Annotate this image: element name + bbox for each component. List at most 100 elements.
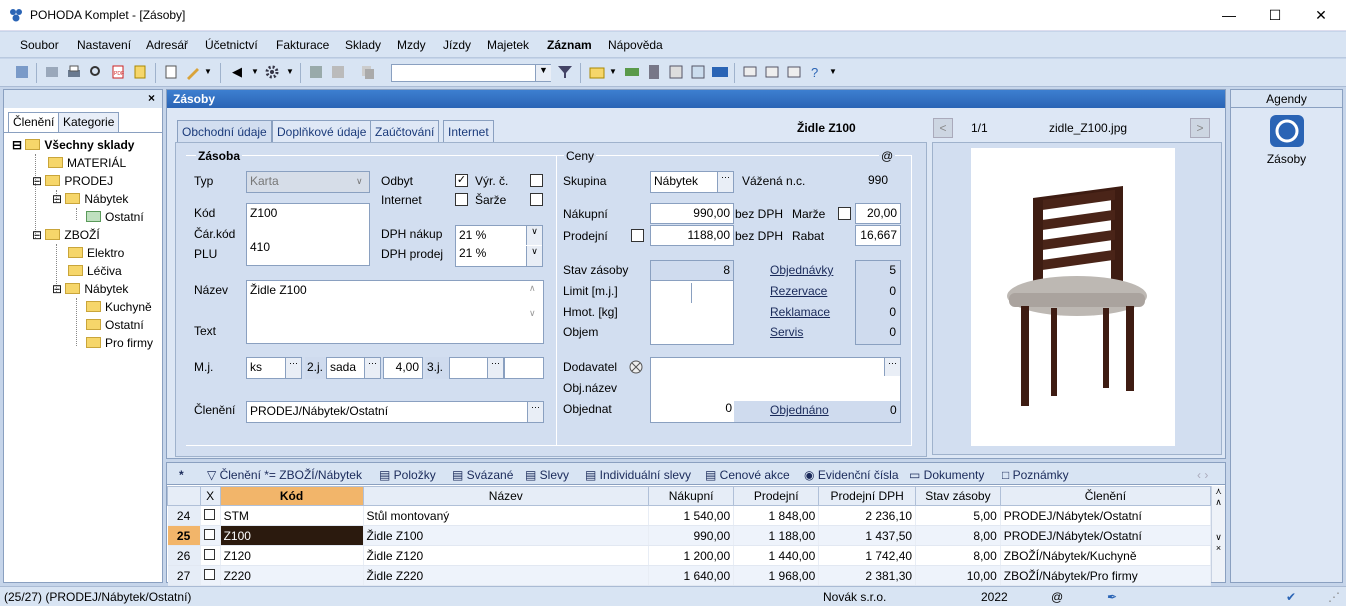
scroll-down-icon[interactable]: ∨: [529, 308, 536, 319]
tab-evidencni-cisla[interactable]: ◉ Evidenční čísla: [804, 468, 899, 482]
back-icon[interactable]: ◀: [232, 64, 242, 80]
rezervace-link[interactable]: Rezervace: [770, 284, 827, 298]
tree-prodej-nabytek[interactable]: ⊟ Nábytek: [52, 192, 128, 206]
prodejni-checkbox[interactable]: [631, 229, 644, 242]
tree-leciva[interactable]: Léčiva: [68, 264, 122, 278]
vyr-c-checkbox[interactable]: [530, 174, 543, 187]
col-prodejni-dph[interactable]: Prodejní DPH: [818, 486, 917, 506]
calculator-icon[interactable]: [646, 64, 662, 80]
menu-jizdy[interactable]: Jízdy: [443, 38, 471, 52]
minimize-button[interactable]: —: [1206, 0, 1252, 31]
help-dropdown-icon[interactable]: ▼: [829, 67, 837, 76]
dph-nakup-chevron-icon[interactable]: ∨: [526, 226, 542, 245]
tab-doplnkove-udaje[interactable]: Doplňkové údaje: [272, 120, 372, 142]
toolbar-icon-2[interactable]: [44, 64, 60, 80]
menu-nastaveni[interactable]: Nastavení: [77, 38, 131, 52]
scroll-down-icon[interactable]: ∨: [1212, 532, 1225, 543]
col-nazev[interactable]: Název: [362, 486, 650, 506]
status-check-icon[interactable]: ✔: [1286, 590, 1296, 604]
grid-icon[interactable]: [690, 64, 706, 80]
close-button[interactable]: ✕: [1298, 0, 1344, 31]
col-x[interactable]: X: [199, 486, 221, 506]
marze-checkbox[interactable]: [838, 207, 851, 220]
menu-zaznam[interactable]: Záznam: [547, 38, 592, 52]
list-icon[interactable]: [764, 64, 780, 80]
tab-zauctovani[interactable]: Zaúčtování: [370, 120, 440, 142]
tab-polozky[interactable]: ▤ Položky: [379, 468, 436, 482]
edit-icon[interactable]: [185, 64, 201, 80]
mj3-picker-icon[interactable]: ⋯: [487, 358, 503, 378]
col-nakupni[interactable]: Nákupní: [648, 486, 735, 506]
row-checkbox[interactable]: [200, 505, 221, 526]
folder-icon[interactable]: [589, 64, 605, 80]
tree-pro-firmy[interactable]: Pro firmy: [86, 336, 153, 350]
quick-search-dropdown-icon[interactable]: ▼: [535, 65, 551, 81]
sarze-checkbox[interactable]: [530, 193, 543, 206]
save-disabled-icon[interactable]: [330, 64, 346, 80]
resize-grip-icon[interactable]: ⋰: [1328, 590, 1340, 604]
mj3-qty-field[interactable]: [504, 357, 544, 379]
nazev-field[interactable]: Židle Z100: [246, 280, 544, 344]
preview-icon[interactable]: [88, 64, 104, 80]
tree-zbozi-nabytek[interactable]: ⊟ Nábytek: [52, 282, 128, 296]
calendar-icon[interactable]: [668, 64, 684, 80]
kod-field[interactable]: Z100 410: [246, 203, 370, 266]
scroll-up-icon[interactable]: ∧: [1212, 497, 1225, 508]
skupina-picker-icon[interactable]: ⋯: [717, 172, 733, 192]
tree-zbozi-ostatni[interactable]: Ostatní: [86, 318, 144, 332]
marze-field[interactable]: 20,00: [855, 203, 901, 224]
supplier-lookup-icon[interactable]: [628, 359, 644, 375]
save-icon[interactable]: [308, 64, 324, 80]
zasoby-agenda-icon[interactable]: [1269, 114, 1305, 148]
mj-picker-icon[interactable]: ⋯: [285, 358, 301, 378]
objednano-link[interactable]: Objednáno: [770, 403, 829, 417]
row-checkbox[interactable]: [200, 545, 221, 566]
tab-all[interactable]: *: [179, 468, 184, 482]
objednavky-link[interactable]: Objednávky: [770, 263, 833, 277]
menu-adresar[interactable]: Adresář: [146, 38, 188, 52]
tab-slevy[interactable]: ▤ Slevy: [525, 468, 569, 482]
tab-internet[interactable]: Internet: [443, 120, 494, 142]
tree-kuchyne[interactable]: Kuchyně: [86, 300, 152, 314]
prev-image-button[interactable]: <: [933, 118, 953, 138]
servis-link[interactable]: Servis: [770, 325, 803, 339]
back-dropdown-icon[interactable]: ▼: [251, 67, 259, 76]
rabat-field[interactable]: 16,667: [855, 225, 901, 246]
scroll-bottom-icon[interactable]: ×: [1212, 543, 1225, 553]
maximize-button[interactable]: ☐: [1252, 0, 1298, 31]
new-record-icon[interactable]: [163, 64, 179, 80]
col-kod[interactable]: Kód: [219, 486, 364, 506]
iban-icon[interactable]: [712, 64, 728, 80]
limit-hmot-objem-fields[interactable]: [650, 281, 734, 345]
print-icon[interactable]: [66, 64, 82, 80]
settings-gear-icon[interactable]: [264, 64, 280, 80]
tab-poznamky[interactable]: □ Poznámky: [1002, 468, 1069, 482]
tab-individualni-slevy[interactable]: ▤ Individuální slevy: [585, 468, 691, 482]
filter-icon[interactable]: [557, 64, 573, 80]
mj2-qty-field[interactable]: 4,00: [383, 357, 423, 379]
menu-majetek[interactable]: Majetek: [487, 38, 529, 52]
scroll-up-icon[interactable]: ∧: [529, 283, 536, 294]
prodejni-field[interactable]: 1188,00: [650, 225, 734, 246]
internet-checkbox[interactable]: [455, 193, 468, 206]
menu-ucetnictvi[interactable]: Účetnictví: [205, 38, 258, 52]
tree-zbozi[interactable]: ⊟ ZBOŽÍ: [32, 228, 100, 242]
table-row[interactable]: 24 STM Stůl montovaný 1 540,00 1 848,00 …: [167, 505, 1212, 526]
status-at-icon[interactable]: @: [1051, 590, 1063, 604]
nakupni-field[interactable]: 990,00: [650, 203, 734, 224]
menu-fakturace[interactable]: Fakturace: [276, 38, 329, 52]
table-row-selected[interactable]: 25 Z100 Židle Z100 990,00 1 188,00 1 437…: [167, 525, 1212, 546]
card-icon[interactable]: [786, 64, 802, 80]
col-cleneni[interactable]: Členění: [999, 486, 1212, 506]
ceny-at-icon[interactable]: @: [879, 149, 896, 163]
toolbar-icon-1[interactable]: [14, 64, 30, 80]
dph-prodej-chevron-icon[interactable]: ∨: [526, 246, 542, 266]
tab-cleneni[interactable]: Členění: [8, 112, 60, 132]
cleneni-picker-icon[interactable]: ⋯: [527, 402, 543, 422]
agenda-item-zasoby[interactable]: Zásoby: [1231, 152, 1342, 166]
menu-mzdy[interactable]: Mzdy: [397, 38, 426, 52]
tree-prodej[interactable]: ⊟ PRODEJ: [32, 174, 113, 188]
tree-elektro[interactable]: Elektro: [68, 246, 124, 260]
tab-cenove-akce[interactable]: ▤ Cenové akce: [705, 468, 790, 482]
message-icon[interactable]: [742, 64, 758, 80]
